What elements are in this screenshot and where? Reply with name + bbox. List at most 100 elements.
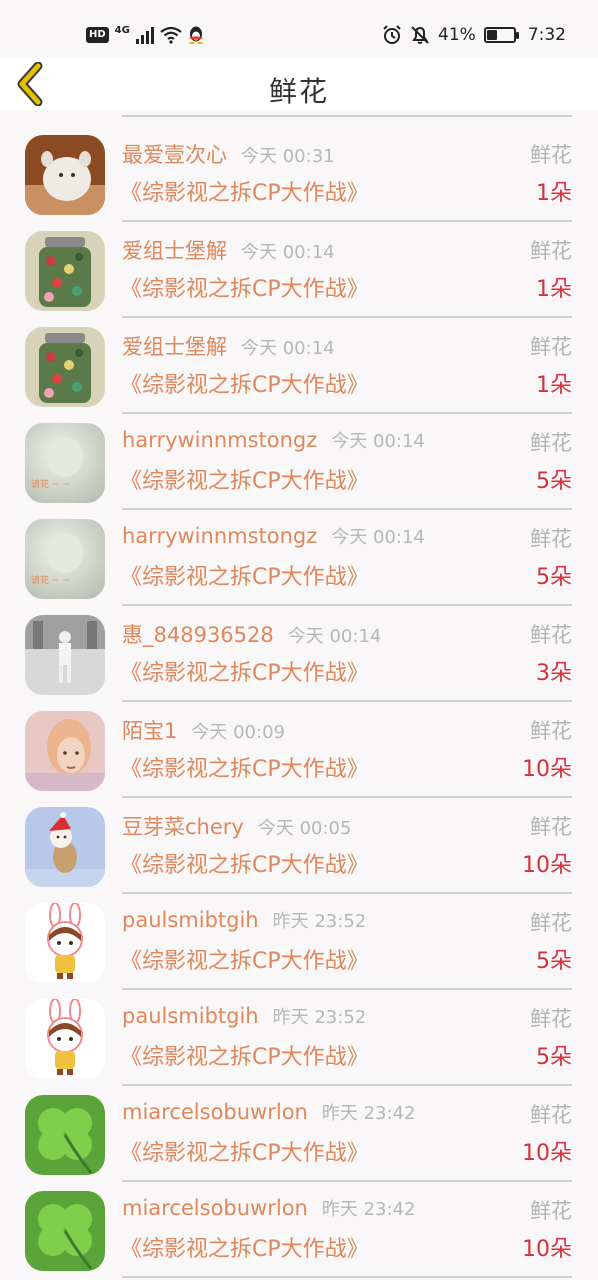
gift-time: 今天 00:09: [191, 722, 285, 743]
gift-type-label: 鲜花: [530, 1103, 572, 1127]
list-item[interactable]: 豆芽菜chery 今天 00:05 鲜花 《综影视之拆CP大作战》 10朵: [0, 789, 598, 894]
user-avatar[interactable]: [25, 231, 105, 311]
gift-time: 昨天 23:52: [272, 911, 367, 932]
user-avatar[interactable]: [25, 135, 105, 215]
gift-type-label: 鲜花: [530, 1007, 572, 1031]
book-title[interactable]: 《综影视之拆CP大作战》: [120, 1039, 369, 1071]
book-title[interactable]: 《综影视之拆CP大作战》: [120, 1231, 369, 1263]
list-item[interactable]: 请花 ~ ~ harrywinnmstongz 今天 00:14 鲜花 《综影视之…: [0, 405, 598, 510]
user-avatar[interactable]: 请花 ~ ~: [25, 423, 105, 503]
flower-count: 5朵: [536, 1045, 572, 1070]
list-item[interactable]: paulsmibtgih 昨天 23:52 鲜花 《综影视之拆CP大作战》 5朵: [0, 981, 598, 1086]
user-name[interactable]: 爱组士堡解: [122, 335, 227, 359]
page-title: 鲜花: [268, 75, 329, 108]
gift-time: 今天 00:05: [257, 818, 352, 839]
user-avatar[interactable]: [25, 1095, 105, 1175]
user-name-line: paulsmibtgih 昨天 23:52: [122, 1003, 366, 1029]
flower-count: 5朵: [536, 469, 572, 494]
user-name[interactable]: paulsmibtgih: [122, 908, 259, 932]
gift-time: 昨天 23:52: [272, 1007, 367, 1028]
flower-count: 3朵: [536, 661, 572, 686]
book-title[interactable]: 《综影视之拆CP大作战》: [120, 847, 369, 879]
user-name-line: 最爱壹次心 今天 00:31: [122, 139, 335, 169]
list-item[interactable]: miarcelsobuwrlon 昨天 23:42 鲜花 《综影视之拆CP大作战》…: [0, 1077, 598, 1182]
gift-type-label: 鲜花: [530, 1199, 572, 1223]
user-name[interactable]: 惠_848936528: [122, 623, 274, 647]
battery-icon: [483, 27, 519, 43]
gift-time: 今天 00:14: [287, 626, 382, 647]
user-name[interactable]: harrywinnmstongz: [122, 428, 317, 452]
list-item[interactable]: 最爱壹次心 今天 00:31 鲜花 《综影视之拆CP大作战》 1朵: [0, 117, 598, 222]
wifi-icon: [160, 26, 182, 44]
flower-list: 最爱壹次心 今天 00:31 鲜花 《综影视之拆CP大作战》 1朵 爱组士堡解 今天…: [0, 80, 598, 1278]
gift-type-label: 鲜花: [530, 815, 572, 839]
user-name-line: miarcelsobuwrlon 昨天 23:42: [122, 1099, 415, 1125]
user-avatar[interactable]: [25, 327, 105, 407]
jar-avatar-image: [25, 231, 105, 311]
book-title[interactable]: 《综影视之拆CP大作战》: [120, 655, 369, 687]
mute-bell-icon: [411, 26, 429, 44]
status-left: HD 4G: [86, 22, 204, 48]
user-avatar[interactable]: [25, 615, 105, 695]
battery-fill: [486, 30, 498, 40]
clover-avatar-image: [25, 1095, 105, 1175]
gift-time: 今天 00:31: [241, 146, 335, 167]
book-title[interactable]: 《综影视之拆CP大作战》: [120, 943, 369, 975]
user-avatar[interactable]: 请花 ~ ~: [25, 519, 105, 599]
gift-time: 今天 00:14: [331, 431, 425, 452]
gift-type-label: 鲜花: [530, 335, 572, 359]
list-item[interactable]: 爱组士堡解 今天 00:14 鲜花 《综影视之拆CP大作战》 1朵: [0, 213, 598, 318]
user-name-line: 惠_848936528 今天 00:14: [122, 619, 381, 649]
gift-type-label: 鲜花: [530, 143, 572, 167]
gift-type-label: 鲜花: [530, 431, 572, 455]
user-name[interactable]: 陌宝1: [122, 719, 177, 743]
user-name[interactable]: harrywinnmstongz: [122, 524, 317, 548]
user-name-line: 爱组士堡解 今天 00:14: [122, 331, 335, 361]
user-avatar[interactable]: [25, 903, 105, 983]
user-name[interactable]: miarcelsobuwrlon: [122, 1100, 308, 1124]
book-title[interactable]: 《综影视之拆CP大作战》: [120, 367, 369, 399]
user-name-line: paulsmibtgih 昨天 23:52: [122, 907, 366, 933]
user-name-line: 爱组士堡解 今天 00:14: [122, 235, 335, 265]
bunny-avatar-image: [25, 903, 105, 983]
list-item[interactable]: 惠_848936528 今天 00:14 鲜花 《综影视之拆CP大作战》 3朵: [0, 597, 598, 702]
list-item[interactable]: 爱组士堡解 今天 00:14 鲜花 《综影视之拆CP大作战》 1朵: [0, 309, 598, 414]
flower-count: 1朵: [536, 373, 572, 398]
row-divider: [122, 1276, 572, 1278]
girl-avatar-image: [25, 711, 105, 791]
book-title[interactable]: 《综影视之拆CP大作战》: [120, 1135, 369, 1167]
dog-avatar-image: [25, 807, 105, 887]
user-name[interactable]: miarcelsobuwrlon: [122, 1196, 308, 1220]
mist-avatar-image: 请花 ~ ~: [25, 423, 105, 503]
gift-time: 昨天 23:42: [321, 1199, 416, 1220]
list-item[interactable]: paulsmibtgih 昨天 23:52 鲜花 《综影视之拆CP大作战》 5朵: [0, 885, 598, 990]
gift-type-label: 鲜花: [530, 239, 572, 263]
list-item[interactable]: miarcelsobuwrlon 昨天 23:42 鲜花 《综影视之拆CP大作战》…: [0, 1173, 598, 1278]
user-avatar[interactable]: [25, 711, 105, 791]
user-avatar[interactable]: [25, 807, 105, 887]
flower-count: 10朵: [522, 1237, 572, 1262]
flower-count: 10朵: [522, 853, 572, 878]
book-title[interactable]: 《综影视之拆CP大作战》: [120, 175, 369, 207]
user-name-line: harrywinnmstongz 今天 00:14: [122, 427, 425, 453]
book-title[interactable]: 《综影视之拆CP大作战》: [120, 463, 369, 495]
user-avatar[interactable]: [25, 1191, 105, 1271]
user-name[interactable]: 豆芽菜chery: [122, 815, 244, 839]
user-avatar[interactable]: [25, 999, 105, 1079]
flower-count: 10朵: [522, 1141, 572, 1166]
user-name[interactable]: 爱组士堡解: [122, 239, 227, 263]
list-item[interactable]: 陌宝1 今天 00:09 鲜花 《综影视之拆CP大作战》 10朵: [0, 693, 598, 798]
flower-count: 1朵: [536, 277, 572, 302]
user-name-line: harrywinnmstongz 今天 00:14: [122, 523, 425, 549]
book-title[interactable]: 《综影视之拆CP大作战》: [120, 559, 369, 591]
user-name[interactable]: paulsmibtgih: [122, 1004, 259, 1028]
user-name-line: 豆芽菜chery 今天 00:05: [122, 811, 351, 841]
qq-penguin-icon: [188, 26, 203, 44]
cat-avatar-image: [25, 135, 105, 215]
mist-avatar-image: 请花 ~ ~: [25, 519, 105, 599]
list-item[interactable]: 请花 ~ ~ harrywinnmstongz 今天 00:14 鲜花 《综影视之…: [0, 501, 598, 606]
user-name[interactable]: 最爱壹次心: [122, 143, 227, 167]
book-title[interactable]: 《综影视之拆CP大作战》: [120, 751, 369, 783]
clock: 7:32: [527, 25, 566, 45]
book-title[interactable]: 《综影视之拆CP大作战》: [120, 271, 369, 303]
